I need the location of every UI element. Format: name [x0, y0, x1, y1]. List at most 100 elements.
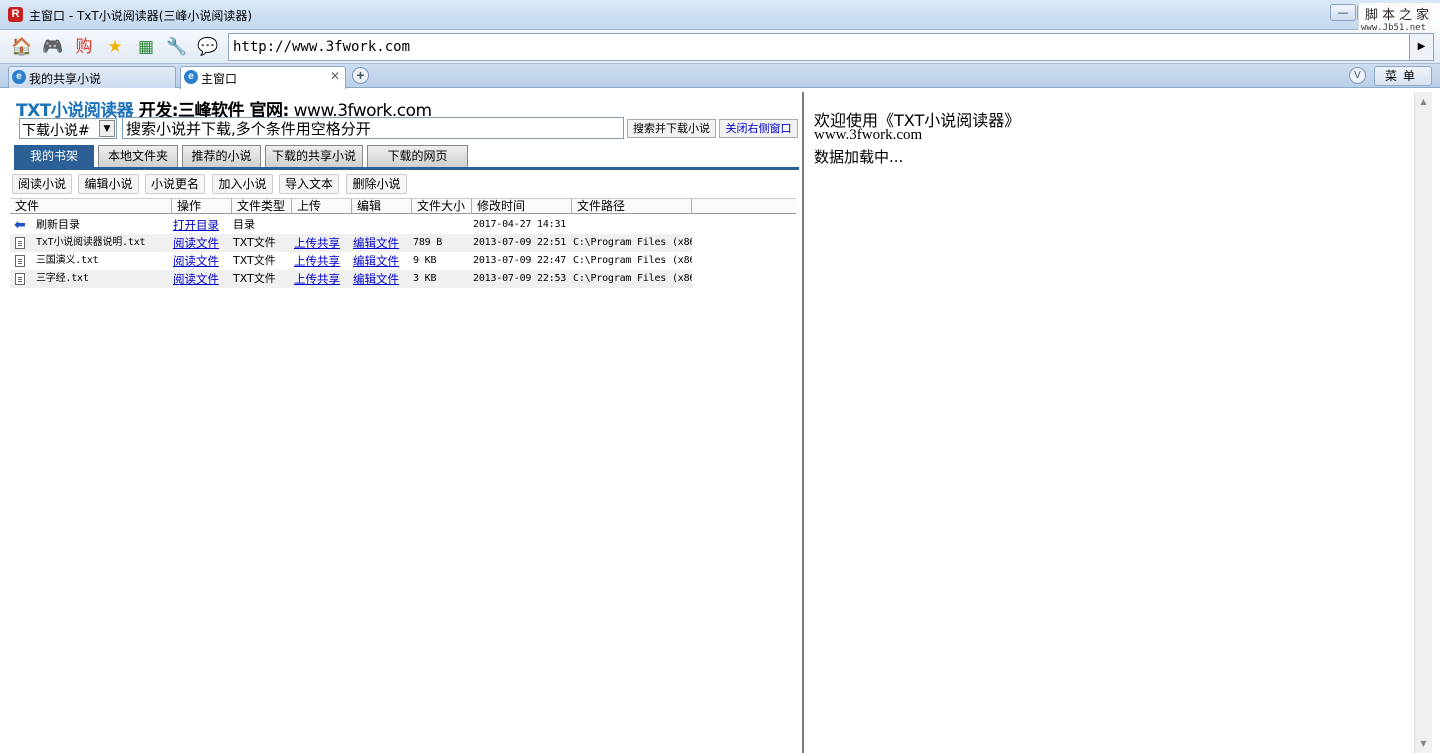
file-size: 789 B [413, 237, 443, 248]
file-path [573, 216, 692, 234]
left-panel: TXT小说阅读器 开发:三峰软件 官网: www.3fwork.com 下载小说… [10, 92, 802, 753]
modified-time: 2017-04-27 14:31 [473, 219, 567, 230]
home-icon[interactable]: 🏠 [11, 36, 33, 58]
column-header[interactable]: 文件类型 [232, 199, 292, 214]
tab-underline [14, 167, 799, 170]
tab-recommended[interactable]: 推荐的小说 [182, 145, 261, 167]
scroll-down-icon[interactable]: ▼ [1417, 737, 1430, 750]
tab-downloaded-pages[interactable]: 下载的网页 [367, 145, 468, 167]
text-file-icon [15, 255, 25, 267]
modified-time: 2013-07-09 22:51 [473, 237, 567, 248]
file-path: C:\Program Files (x86 [573, 273, 692, 284]
import-text-button[interactable]: 导入文本 [279, 174, 339, 194]
star-icon[interactable]: ★ [104, 36, 126, 58]
file-name: 三字经.txt [36, 273, 89, 284]
tab-my-bookshelf[interactable]: 我的书架 [14, 145, 94, 167]
file-size: 3 KB [413, 273, 437, 284]
table-row[interactable]: TxT小说阅读器说明.txt 阅读文件 TXT文件 上传共享 编辑文件 789 B 2013… [10, 234, 692, 252]
upload-share-link[interactable] [294, 216, 352, 234]
menu-button[interactable]: 菜单 [1374, 66, 1432, 86]
table-header: 文件 操作 文件类型 上传 编辑 文件大小 修改时间 文件路径 [10, 198, 796, 214]
search-input[interactable] [122, 117, 624, 139]
tab-label: 我的共享小说 [29, 72, 102, 86]
tab-my-shared-novels[interactable]: e 我的共享小说 [8, 66, 176, 88]
title-bar: R 主窗口 - TxT小说阅读器(三峰小说阅读器) — □ ✕ 脚本之家 www… [0, 0, 1440, 39]
shop-icon[interactable]: 购 [73, 36, 95, 58]
tab-main-window[interactable]: e 主窗口 ✕ [180, 66, 346, 89]
column-header[interactable]: 文件大小 [412, 199, 472, 214]
minimize-button[interactable]: — [1330, 4, 1356, 21]
ie-icon: e [12, 70, 26, 84]
file-type: TXT文件 [233, 236, 276, 249]
scroll-up-icon[interactable]: ▲ [1417, 95, 1430, 108]
action-link[interactable]: 阅读文件 [173, 252, 231, 270]
loading-text: 数据加载中... [814, 148, 904, 166]
rename-novel-button[interactable]: 小说更名 [145, 174, 205, 194]
file-name: TxT小说阅读器说明.txt [36, 237, 146, 248]
modified-time: 2013-07-09 22:53 [473, 273, 567, 284]
file-name: 刷新目录 [36, 218, 80, 231]
app-logo-icon: R [8, 7, 23, 22]
file-path: C:\Program Files (x86 [573, 255, 692, 266]
column-header[interactable]: 修改时间 [472, 199, 572, 214]
file-type: 目录 [233, 218, 255, 231]
table-row[interactable]: 三字经.txt 阅读文件 TXT文件 上传共享 编辑文件 3 KB 2013-07-09 2… [10, 270, 692, 288]
modified-time: 2013-07-09 22:47 [473, 255, 567, 266]
go-button[interactable]: ▶ [1410, 33, 1434, 61]
file-size [413, 216, 471, 234]
column-header[interactable]: 编辑 [352, 199, 412, 214]
file-type: TXT文件 [233, 254, 276, 267]
back-arrow-icon: ⬅ [14, 217, 26, 233]
edit-file-link[interactable]: 编辑文件 [353, 234, 411, 252]
read-novel-button[interactable]: 阅读小说 [12, 174, 72, 194]
table-row[interactable]: 三国演义.txt 阅读文件 TXT文件 上传共享 编辑文件 9 KB 2013-07-09 … [10, 252, 692, 270]
file-type: TXT文件 [233, 272, 276, 285]
edit-novel-button[interactable]: 编辑小说 [78, 174, 139, 194]
watermark-text: 脚本之家 [1365, 8, 1434, 23]
search-download-button[interactable]: 搜索并下载小说 [627, 119, 716, 138]
close-right-window-button[interactable]: 关闭右侧窗口 [719, 119, 798, 138]
vertical-scrollbar[interactable]: ▲ ▼ [1414, 92, 1432, 753]
upload-share-link[interactable]: 上传共享 [294, 270, 352, 288]
app-icon[interactable]: ▦ [135, 36, 157, 58]
upload-share-link[interactable]: 上传共享 [294, 252, 352, 270]
action-link[interactable]: 打开目录 [173, 216, 231, 234]
file-size: 9 KB [413, 255, 437, 266]
file-name: 三国演义.txt [36, 255, 99, 266]
upload-share-link[interactable]: 上传共享 [294, 234, 352, 252]
edit-file-link[interactable]: 编辑文件 [353, 270, 411, 288]
tab-downloaded-shared[interactable]: 下载的共享小说 [265, 145, 363, 167]
search-type-select[interactable]: 下载小说# ▼ [19, 118, 117, 139]
tab-label: 主窗口 [201, 72, 238, 86]
tools-icon[interactable]: 🔧 [166, 36, 188, 58]
vip-icon[interactable]: V [1349, 67, 1366, 84]
column-header[interactable]: 操作 [172, 199, 232, 214]
column-header[interactable]: 上传 [292, 199, 352, 214]
chevron-down-icon[interactable]: ▼ [99, 120, 115, 137]
ie-icon: e [184, 70, 198, 84]
window-title: 主窗口 - TxT小说阅读器(三峰小说阅读器) [29, 9, 253, 23]
table-row[interactable]: ⬅ 刷新目录 打开目录 目录 2017-04-27 14:31 [10, 216, 692, 234]
file-path: C:\Program Files (x86 [573, 237, 692, 248]
delete-novel-button[interactable]: 删除小说 [346, 174, 407, 194]
chat-icon[interactable]: 💬 [197, 36, 219, 58]
text-file-icon [15, 273, 25, 285]
text-file-icon [15, 237, 25, 249]
column-header[interactable]: 文件 [10, 199, 172, 214]
address-bar[interactable]: http://www.3fwork.com [228, 33, 1410, 61]
tab-local-folder[interactable]: 本地文件夹 [98, 145, 178, 167]
new-tab-button[interactable]: + [352, 67, 369, 84]
website-text: www.3fwork.com [814, 127, 923, 143]
column-header[interactable]: 文件路径 [572, 199, 692, 214]
search-type-value: 下载小说# [22, 123, 90, 139]
game-icon[interactable]: 🎮 [42, 36, 64, 58]
right-panel: 欢迎使用《TXT小说阅读器》 www.3fwork.com 数据加载中... [804, 92, 1414, 753]
action-link[interactable]: 阅读文件 [173, 270, 231, 288]
edit-file-link[interactable] [353, 216, 411, 234]
edit-file-link[interactable]: 编辑文件 [353, 252, 411, 270]
toolbar: 🏠 🎮 购 ★ ▦ 🔧 💬 http://www.3fwork.com ▶ [0, 30, 1440, 64]
action-link[interactable]: 阅读文件 [173, 234, 231, 252]
browser-tab-bar: e 我的共享小说 e 主窗口 ✕ [0, 64, 1440, 89]
add-novel-button[interactable]: 加入小说 [212, 174, 273, 194]
tab-close-icon[interactable]: ✕ [330, 69, 340, 83]
